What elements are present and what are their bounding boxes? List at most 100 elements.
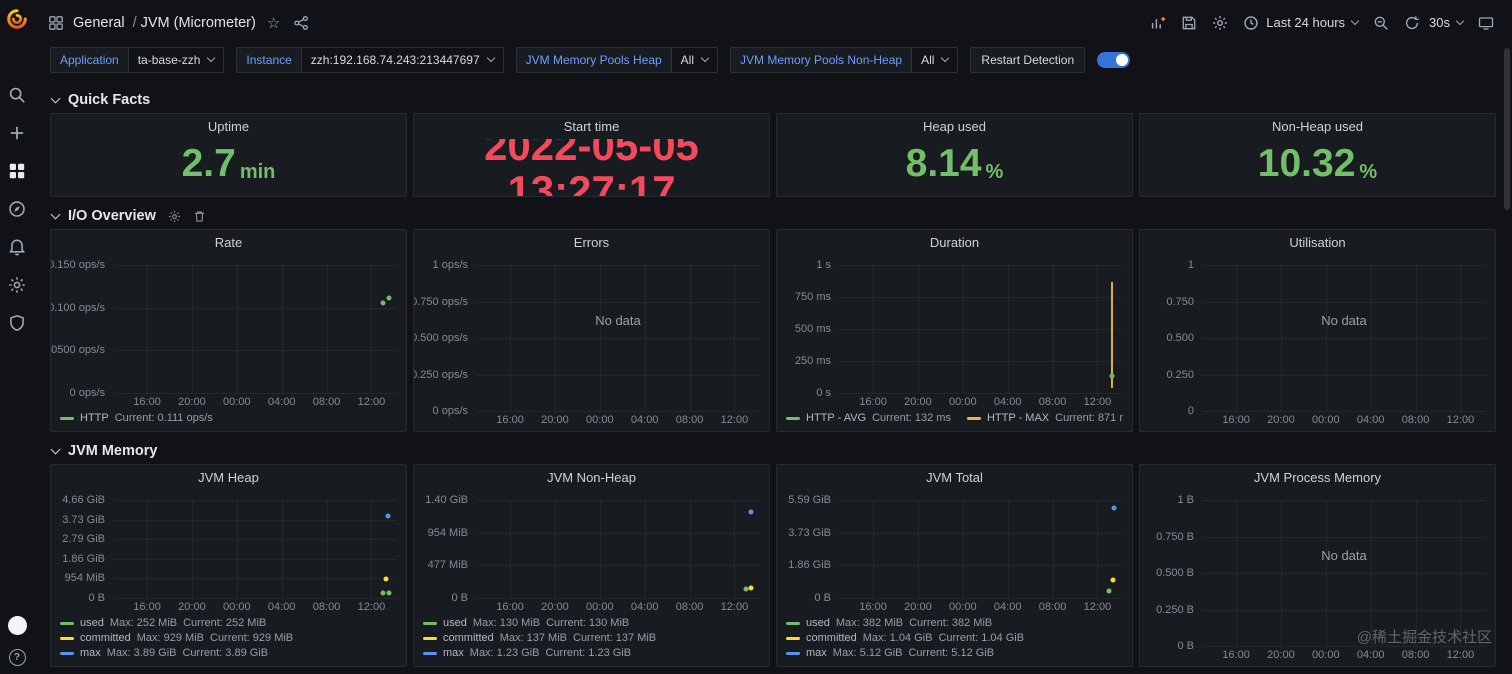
panel-header[interactable]: Utilisation [1140, 230, 1495, 255]
legend-stat: Max: 252 MiB [109, 617, 178, 629]
plot-area[interactable]: No data [476, 265, 760, 412]
share-icon[interactable] [293, 15, 309, 31]
legend-item[interactable]: committed Max: 1.04 GiB Current: 1.04 GiB [786, 631, 1121, 646]
section-jvm-memory[interactable]: JVM Memory [34, 432, 1512, 464]
panel-header[interactable]: Non-Heap used [1140, 114, 1495, 139]
section-settings-gear-icon[interactable] [168, 210, 181, 223]
chevron-down-icon [1350, 16, 1360, 25]
legend-item[interactable]: max Max: 5.12 GiB Current: 5.12 GiB [786, 646, 1121, 661]
v-gridline [644, 500, 646, 598]
chart-body: 1 ops/s 0.750 ops/s 0.500 ops/s 0.250 ops/s… [414, 257, 760, 417]
legend-label: max [443, 647, 464, 659]
variable-label: Instance [236, 47, 301, 73]
x-tick-label: 04:00 [1356, 649, 1385, 661]
v-gridline [734, 265, 736, 411]
breadcrumb-dashboard-title[interactable]: JVM (Micrometer) [141, 15, 256, 31]
legend-item[interactable]: max Max: 3.89 GiB Current: 3.89 GiB [60, 646, 395, 661]
x-tick-label: 20:00 [541, 414, 569, 426]
section-collapse-chevron-icon[interactable] [50, 93, 61, 104]
legend-item[interactable]: max Max: 1.23 GiB Current: 1.23 GiB [423, 646, 758, 661]
create-plus-icon[interactable] [8, 124, 26, 142]
h-gridline [476, 532, 760, 534]
panel-header[interactable]: Rate [51, 230, 406, 255]
legend-item[interactable]: used Max: 252 MiB Current: 252 MiB [60, 616, 395, 631]
legend-stat: Current: 130 MiB [546, 617, 630, 629]
add-panel-icon[interactable] [1150, 15, 1166, 31]
legend-item[interactable]: HTTP - AVG Current: 132 ms [786, 411, 951, 426]
dashboards-icon[interactable] [8, 162, 26, 180]
section-quick-facts[interactable]: Quick Facts [34, 81, 1512, 113]
variable-value-dropdown[interactable]: All [911, 47, 959, 73]
save-dashboard-icon[interactable] [1181, 15, 1197, 31]
search-icon[interactable] [8, 86, 26, 104]
legend-item[interactable]: HTTP Current: 0.111 ops/s [60, 411, 213, 426]
cycle-view-tv-icon[interactable] [1478, 15, 1494, 31]
x-axis: 16:00 20:00 00:00 04:00 08:00 12:00 [1202, 646, 1486, 663]
series-point [380, 300, 386, 306]
v-gridline [191, 500, 193, 598]
plot-area[interactable] [839, 500, 1123, 599]
clock-icon [1243, 15, 1259, 31]
legend-stat: Current: 3.89 GiB [182, 647, 269, 659]
plot-area[interactable]: No data [1202, 500, 1486, 647]
scrollbar [1504, 46, 1511, 672]
legend-label: committed [443, 632, 494, 644]
refresh-icon[interactable] [1404, 15, 1420, 31]
section-collapse-chevron-icon[interactable] [50, 444, 61, 455]
plot-area[interactable]: No data [1202, 265, 1486, 412]
alerting-bell-icon[interactable] [8, 238, 26, 256]
x-tick-label: 08:00 [1038, 396, 1067, 408]
legend-item[interactable]: committed Max: 137 MiB Current: 137 MiB [423, 631, 758, 646]
star-favorite-icon[interactable]: ☆ [267, 14, 280, 32]
zoom-out-icon[interactable] [1373, 15, 1389, 31]
section-io-overview[interactable]: I/O Overview [34, 197, 1512, 229]
legend-stat: Current: 132 ms [872, 412, 951, 424]
panel-header[interactable]: JVM Total [777, 465, 1132, 490]
plot-area[interactable] [113, 265, 397, 394]
panel-header[interactable]: Errors [414, 230, 769, 255]
time-range-picker[interactable]: Last 24 hours [1243, 15, 1360, 31]
legend-item[interactable]: used Max: 130 MiB Current: 130 MiB [423, 616, 758, 631]
scrollbar-thumb[interactable] [1504, 48, 1510, 210]
panel-header[interactable]: JVM Non-Heap [414, 465, 769, 490]
y-tick-label: 477 MiB [427, 559, 468, 572]
variable-value-dropdown[interactable]: All [670, 47, 719, 73]
panel-title: Heap used [923, 119, 986, 134]
explore-compass-icon[interactable] [8, 200, 26, 218]
variable-value-dropdown[interactable]: zzh:192.168.74.243:213447697 [300, 47, 504, 73]
help-icon[interactable]: ? [8, 649, 26, 666]
configuration-gear-icon[interactable] [8, 276, 26, 294]
panel-header[interactable]: Heap used [777, 114, 1132, 139]
legend-stat: Current: 252 MiB [183, 617, 267, 629]
y-axis: 1 s 750 ms 500 ms 250 ms 0 s [782, 259, 839, 399]
plot-area[interactable] [839, 265, 1123, 394]
restart-detection-button[interactable]: Restart Detection [970, 47, 1086, 73]
user-avatar[interactable] [7, 616, 27, 635]
panel-header[interactable]: JVM Process Memory [1140, 465, 1495, 490]
variable-value-dropdown[interactable]: ta-base-zzh [127, 47, 225, 73]
restart-detection-toggle[interactable] [1097, 52, 1131, 68]
panel-header[interactable]: Start time [414, 114, 769, 139]
x-tick-label: 12:00 [1083, 396, 1112, 408]
dashboard-settings-gear-icon[interactable] [1212, 15, 1228, 31]
plot-area[interactable] [113, 500, 397, 599]
legend-item[interactable]: committed Max: 929 MiB Current: 929 MiB [60, 631, 395, 646]
legend-label: committed [806, 632, 857, 644]
y-tick-label: 2.79 GiB [62, 533, 105, 546]
panel-header[interactable]: Uptime [51, 114, 406, 139]
section-collapse-chevron-icon[interactable] [50, 209, 61, 220]
section-title: Quick Facts [68, 92, 151, 108]
refresh-interval-dropdown[interactable]: 30s [1429, 15, 1465, 30]
breadcrumb-folder[interactable]: General [73, 15, 125, 31]
grafana-logo[interactable] [6, 8, 28, 30]
server-admin-shield-icon[interactable] [8, 314, 26, 332]
plot-area[interactable] [476, 500, 760, 599]
legend-item[interactable]: used Max: 382 MiB Current: 382 MiB [786, 616, 1121, 631]
panel-header[interactable]: Duration [777, 230, 1132, 255]
panel-header[interactable]: JVM Heap [51, 465, 406, 490]
legend-item[interactable]: HTTP - MAX Current: 871 ms [966, 411, 1123, 426]
v-gridline [371, 265, 373, 393]
section-delete-trash-icon[interactable] [193, 210, 206, 223]
y-tick-label: 0 [1187, 405, 1194, 417]
chart-body: 1.40 GiB 954 MiB 477 MiB 0 B [419, 492, 760, 604]
